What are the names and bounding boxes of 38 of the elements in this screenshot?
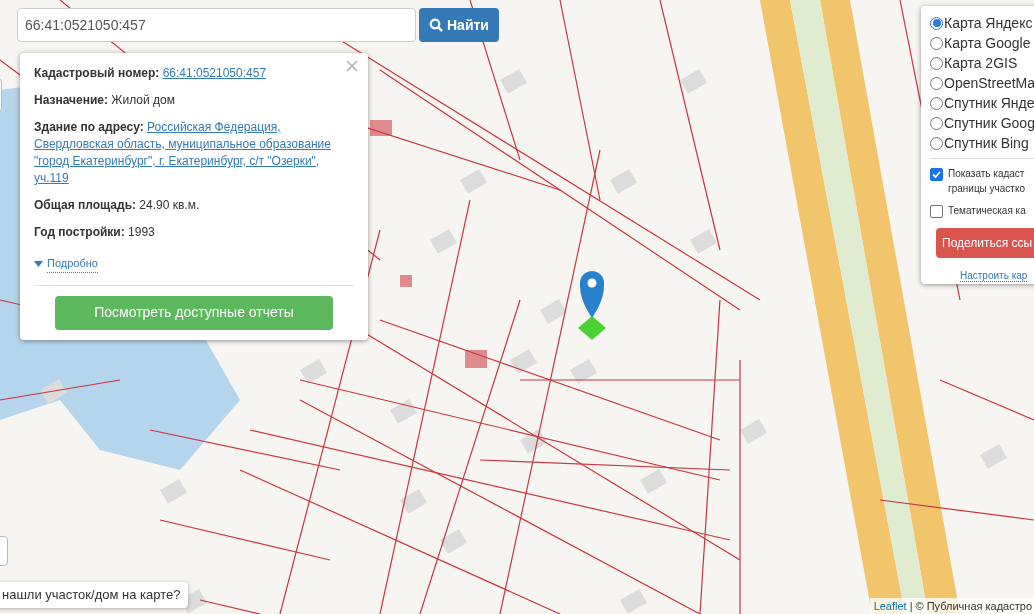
field-label: Общая площадь: xyxy=(34,198,136,212)
share-button[interactable]: Поделиться ссы xyxy=(936,228,1034,258)
field-label: Кадастровый номер: xyxy=(34,66,160,80)
caret-icon xyxy=(34,260,43,267)
details-toggle[interactable]: Подробно xyxy=(34,255,98,273)
info-link[interactable]: 66:41:0521050:457 xyxy=(162,66,267,80)
leaflet-link[interactable]: Leaflet xyxy=(873,598,907,614)
field-value: 24.90 кв.м. xyxy=(139,198,200,212)
checkbox[interactable] xyxy=(930,168,943,181)
layer-option[interactable]: Спутник Bing xyxy=(930,133,1034,153)
address-link[interactable]: Российская Федерация, xyxy=(147,120,281,134)
field-label: Год постройки: xyxy=(34,225,125,239)
field-label: Назначение: xyxy=(34,93,108,107)
layer-option[interactable]: Карта Яндекс xyxy=(930,13,1034,33)
search-field[interactable]: 66:41:0521050:457 xyxy=(17,8,416,42)
address-link[interactable]: Свердловская область, муниципальное образование xyxy=(34,137,331,151)
search-button[interactable]: Найти xyxy=(419,8,499,42)
search-icon xyxy=(429,18,443,32)
address-link[interactable]: уч.119 xyxy=(34,171,69,185)
checkbox[interactable] xyxy=(930,205,943,218)
layer-option[interactable]: Спутник Goog xyxy=(930,113,1034,133)
layer-option[interactable]: Карта 2GIS xyxy=(930,53,1034,73)
overlay-label: Показать кадаст границы участко xyxy=(948,167,1025,196)
separator: | xyxy=(909,599,913,614)
field-value: Жилой дом xyxy=(111,93,175,107)
feedback-button[interactable]: нашли участок/дом на карте? xyxy=(0,582,189,608)
reports-button[interactable]: Посмотреть доступные отчеты xyxy=(55,295,333,330)
address-link[interactable]: "город Екатеринбург", г. Екатеринбург, с/т "Озерки", xyxy=(34,154,320,168)
field-label: Здание по адресу: xyxy=(34,120,144,134)
field-value: 1993 xyxy=(128,225,155,239)
overlay-label: Тематическая ка xyxy=(948,204,1026,218)
close-icon xyxy=(346,60,358,72)
settings-link[interactable]: Настроить кар xyxy=(960,270,1028,282)
close-button[interactable] xyxy=(346,59,360,73)
layer-option[interactable]: Карта Google xyxy=(930,33,1034,53)
attribution-text: © Публичная кадастро xyxy=(915,599,1032,614)
checkmark-icon xyxy=(932,170,941,179)
layer-option[interactable]: Спутник Янде xyxy=(930,93,1034,113)
